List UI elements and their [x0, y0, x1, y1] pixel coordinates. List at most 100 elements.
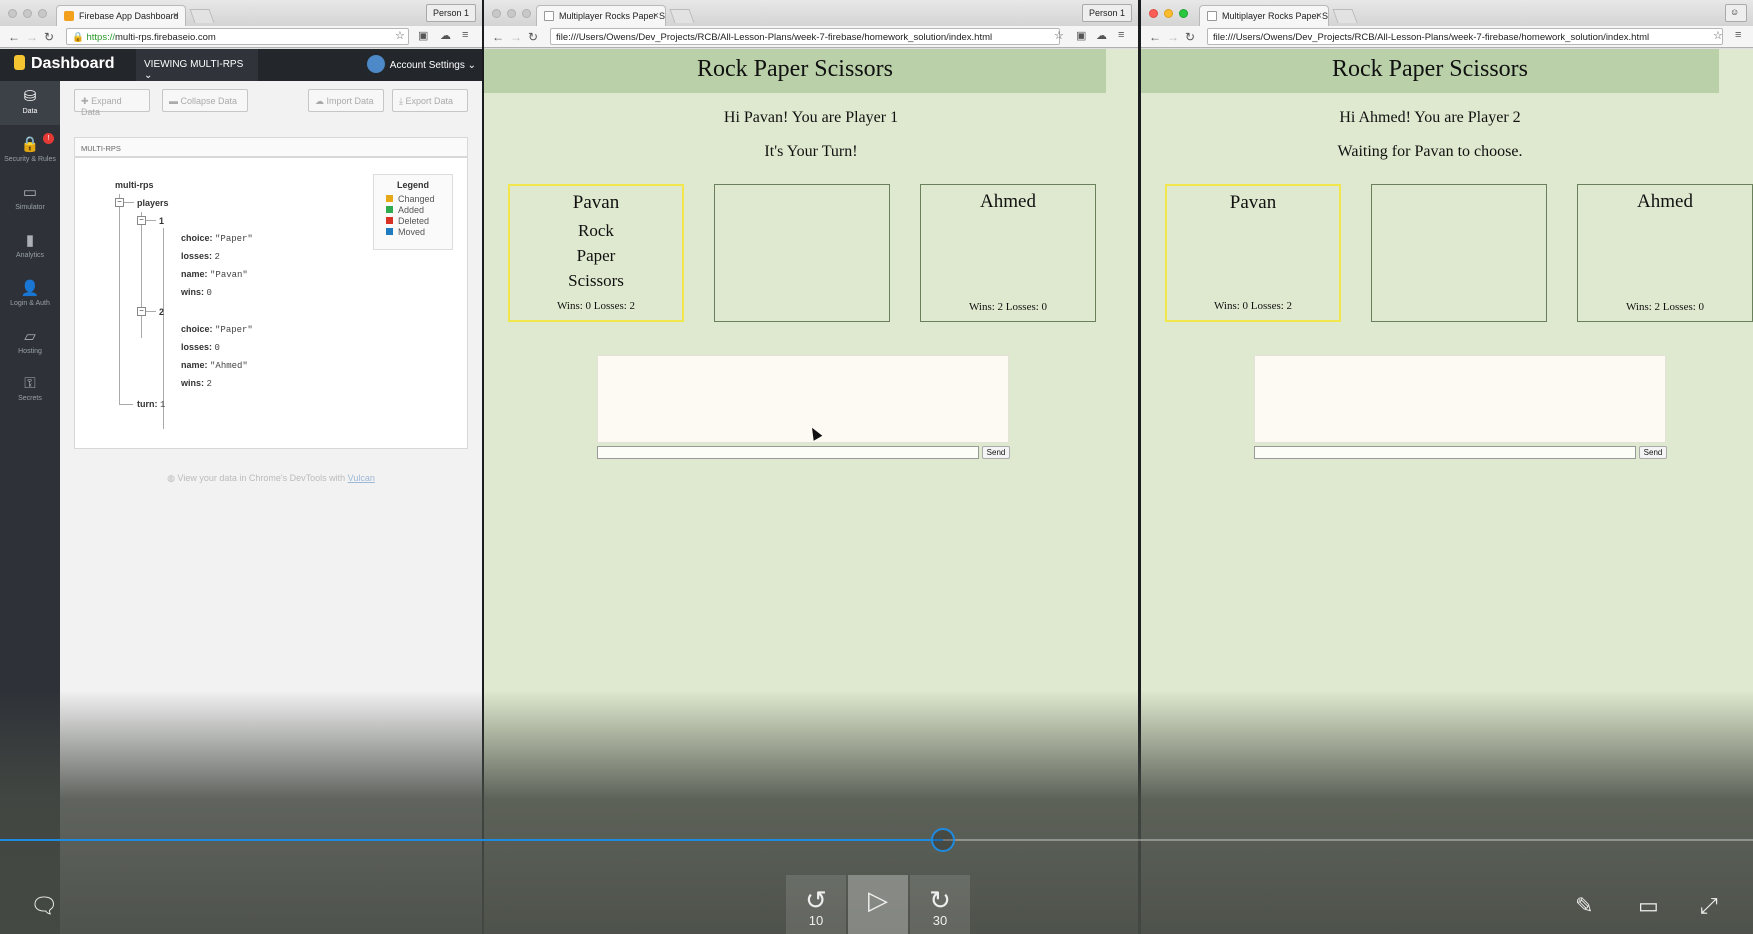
tree-node-root[interactable]: multi-rps: [115, 180, 154, 190]
close-tab-icon[interactable]: ×: [653, 10, 659, 22]
tree-field[interactable]: choice: "Paper": [181, 324, 253, 335]
choice-paper-button[interactable]: Paper: [510, 243, 682, 268]
choice-scissors-button[interactable]: Scissors: [510, 268, 682, 293]
tree-node-player-1[interactable]: 1: [159, 216, 164, 226]
minimize-window-button[interactable]: [507, 9, 516, 18]
rewind-button[interactable]: ↺ 10: [786, 875, 846, 934]
back-icon[interactable]: ←: [8, 30, 20, 44]
close-window-button[interactable]: [8, 9, 17, 18]
sidebar-item-secrets[interactable]: ⚿ Secrets: [0, 369, 60, 413]
new-tab-button[interactable]: [669, 9, 695, 23]
reload-icon[interactable]: ↻: [44, 30, 54, 44]
url-field[interactable]: 🔒 https://multi-rps.firebaseio.com: [66, 28, 409, 45]
sidebar-item-data[interactable]: ⛁ Data: [0, 81, 60, 125]
zoom-window-button[interactable]: [522, 9, 531, 18]
bookmark-star-icon[interactable]: ☆: [395, 29, 405, 42]
video-progress-bar[interactable]: [0, 839, 1753, 841]
account-settings-button[interactable]: Account Settings ⌄: [366, 55, 476, 73]
minimize-window-button[interactable]: [1164, 9, 1173, 18]
dashboard-logo[interactable]: Dashboard: [14, 55, 115, 73]
sidebar-item-simulator[interactable]: ▭ Simulator: [0, 177, 60, 221]
collapse-toggle-icon[interactable]: −: [115, 198, 124, 207]
import-data-button[interactable]: ☁ Import Data: [308, 89, 384, 112]
sidebar-item-hosting[interactable]: ▱ Hosting: [0, 321, 60, 365]
export-data-button[interactable]: ⤓ Export Data: [392, 89, 468, 112]
forward-icon[interactable]: →: [510, 30, 522, 44]
send-button[interactable]: Send: [982, 446, 1010, 459]
back-icon[interactable]: ←: [1149, 30, 1161, 44]
close-tab-icon[interactable]: ×: [173, 10, 179, 22]
chat-log: [1254, 355, 1666, 443]
profile-icon[interactable]: ☺: [1725, 4, 1747, 22]
tree-field[interactable]: name: "Ahmed": [181, 360, 248, 371]
cloud-icon[interactable]: ☁: [1096, 29, 1107, 42]
chat-input[interactable]: [597, 446, 979, 459]
tree-connector: [163, 319, 164, 429]
fullscreen-icon[interactable]: ⤢: [1700, 893, 1718, 919]
close-window-button[interactable]: [1149, 9, 1158, 18]
tree-field[interactable]: losses: 0: [181, 342, 220, 353]
collapse-data-button[interactable]: ▬ Collapse Data: [162, 89, 248, 112]
video-progress-fill: [0, 839, 944, 841]
url-field[interactable]: file:///Users/Owens/Dev_Projects/RCB/All…: [550, 28, 1060, 45]
sidebar-item-analytics[interactable]: ▮ Analytics: [0, 225, 60, 269]
lock-icon: 🔒: [72, 32, 84, 43]
send-button[interactable]: Send: [1639, 446, 1667, 459]
zoom-window-button[interactable]: [1179, 9, 1188, 18]
profile-button[interactable]: Person 1: [1081, 4, 1132, 22]
reload-icon[interactable]: ↻: [528, 30, 538, 44]
forward-icon[interactable]: →: [1167, 30, 1179, 44]
tab-rps[interactable]: Multiplayer Rocks Paper Sc ×: [1199, 5, 1329, 26]
picture-in-picture-icon[interactable]: ▭: [1638, 893, 1659, 919]
player-name: Pavan: [572, 192, 620, 213]
close-window-button[interactable]: [492, 9, 501, 18]
minimize-window-button[interactable]: [23, 9, 32, 18]
menu-icon[interactable]: ≡: [462, 29, 468, 41]
close-tab-icon[interactable]: ×: [1316, 10, 1322, 22]
tree-field-turn[interactable]: turn: 1: [137, 399, 165, 410]
tree-field[interactable]: name: "Pavan": [181, 269, 248, 280]
sidebar-item-login-auth[interactable]: 👤 Login & Auth: [0, 273, 60, 317]
bookmark-star-icon[interactable]: ☆: [1713, 29, 1723, 42]
choice-rock-button[interactable]: Rock: [510, 218, 682, 243]
tree-field[interactable]: wins: 2: [181, 378, 212, 389]
fast-forward-button[interactable]: ↻ 30: [910, 875, 970, 934]
extension-icon[interactable]: ▣: [1076, 29, 1086, 42]
tree-field[interactable]: losses: 2: [181, 251, 220, 262]
bookmark-star-icon[interactable]: ☆: [1054, 29, 1064, 42]
tree-field[interactable]: wins: 0: [181, 287, 212, 298]
tree-field[interactable]: choice: "Paper": [181, 233, 253, 244]
app-selector[interactable]: VIEWING MULTI-RPS ⌄: [136, 49, 258, 81]
vulcan-link[interactable]: Vulcan: [348, 473, 375, 483]
zoom-window-button[interactable]: [38, 9, 47, 18]
tab-rps[interactable]: Multiplayer Rocks Paper Sc ×: [536, 5, 666, 26]
url-field[interactable]: file:///Users/Owens/Dev_Projects/RCB/All…: [1207, 28, 1723, 45]
upload-icon: ☁: [315, 96, 324, 106]
tab-firebase[interactable]: Firebase App Dashboard ×: [56, 5, 186, 26]
menu-icon[interactable]: ≡: [1735, 29, 1741, 41]
new-tab-button[interactable]: [189, 9, 215, 23]
cloud-icon[interactable]: ☁: [440, 29, 451, 42]
chat-input[interactable]: [1254, 446, 1636, 459]
new-tab-button[interactable]: [1332, 9, 1358, 23]
tree-node-players[interactable]: players: [137, 198, 169, 208]
greeting-text: Hi Ahmed! You are Player 2: [1339, 109, 1521, 126]
captions-icon[interactable]: 🗨: [30, 893, 58, 919]
back-icon[interactable]: ←: [492, 30, 504, 44]
bar-chart-icon: ▮: [25, 232, 35, 249]
expand-data-button[interactable]: ✚ Expand Data: [74, 89, 150, 117]
collapse-toggle-icon[interactable]: −: [137, 216, 146, 225]
pencil-icon[interactable]: ✎: [1575, 893, 1593, 919]
tab-bar: Multiplayer Rocks Paper Sc × ☺: [1141, 0, 1753, 26]
menu-icon[interactable]: ≡: [1118, 29, 1124, 41]
forward-icon[interactable]: →: [26, 30, 38, 44]
reload-icon[interactable]: ↻: [1185, 30, 1195, 44]
extension-icon[interactable]: ▣: [418, 29, 428, 42]
profile-button[interactable]: Person 1: [425, 4, 476, 22]
scrubber-handle[interactable]: [931, 828, 956, 852]
collapse-toggle-icon[interactable]: −: [137, 307, 146, 316]
play-button[interactable]: ▷: [848, 875, 908, 934]
breadcrumb[interactable]: MULTI-RPS: [74, 137, 468, 157]
tree-node-player-2[interactable]: 2: [159, 307, 164, 317]
sidebar-item-security[interactable]: 🔒! Security & Rules: [0, 129, 60, 173]
